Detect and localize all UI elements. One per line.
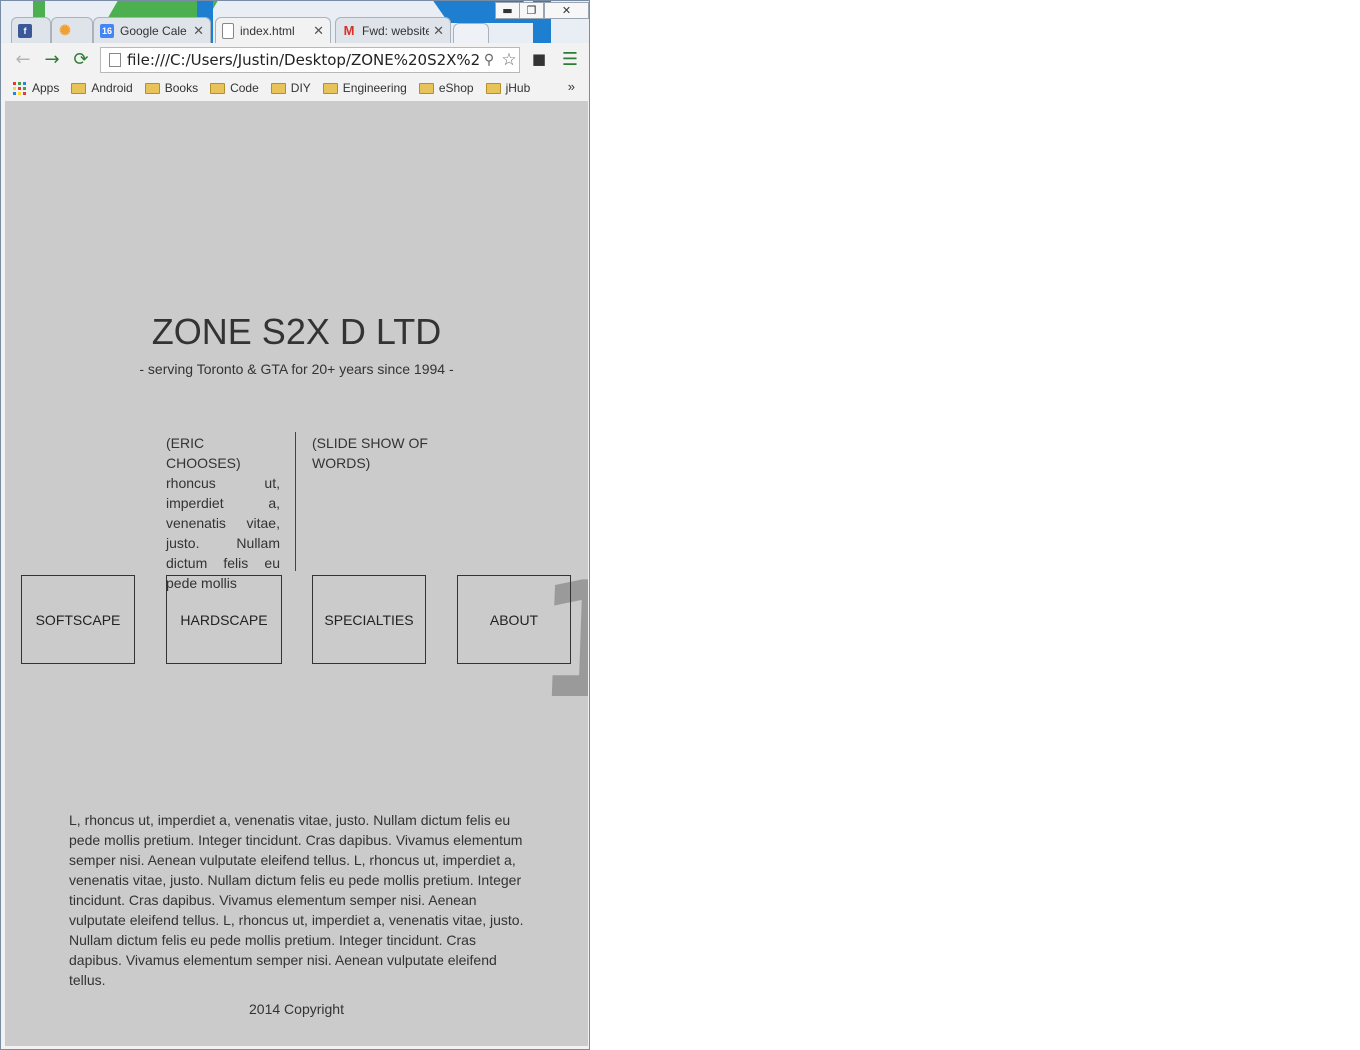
intro-text-column: (ERIC CHOOSES) rhoncus ut, imperdiet a, … <box>166 435 280 591</box>
bookmark-folder-eshop[interactable]: eShop <box>418 81 474 95</box>
star-icon[interactable]: ☆ <box>499 50 519 70</box>
bookmark-label: Apps <box>32 81 60 95</box>
bookmark-folder-diy[interactable]: DIY <box>270 81 311 95</box>
menu-button[interactable]: ☰ <box>559 48 581 70</box>
folder-icon <box>485 82 501 94</box>
apps-grid-icon <box>13 81 26 95</box>
restore-icon: ❐ <box>526 4 537 17</box>
nav-softscape-button[interactable]: SOFTSCAPE <box>21 575 135 664</box>
tab-pinned[interactable]: ✺ <box>51 17 93 43</box>
tab-facebook[interactable]: f <box>11 17 51 43</box>
folder-icon <box>144 82 160 94</box>
forward-arrow-icon: → <box>44 48 60 70</box>
bookmark-folder-jhub[interactable]: jHub <box>485 81 531 95</box>
bookmark-label: Books <box>164 81 199 95</box>
calendar-icon: 16 <box>100 23 114 38</box>
facebook-icon: f <box>18 23 32 38</box>
slideshow-placeholder: (SLIDE SHOW OF WORDS) <box>312 435 428 471</box>
tab-index-html[interactable]: index.html ✕ <box>215 17 331 43</box>
page-icon <box>222 22 234 39</box>
bookmark-label: eShop <box>438 81 474 95</box>
web-page: ZONE S2X D LTD - serving Toronto & GTA f… <box>5 101 588 1046</box>
tab-strip: f ✺ 16 Google Cale ✕ index.html ✕ M Fwd:… <box>1 17 589 43</box>
folder-icon <box>210 82 226 94</box>
url-text[interactable]: file:///C:/Users/Justin/Desktop/ZONE%20S… <box>127 51 479 69</box>
forward-button[interactable]: → <box>41 48 63 70</box>
folder-icon <box>322 82 338 94</box>
tab-label: Google Cale <box>120 23 187 38</box>
close-tab-icon[interactable]: ✕ <box>193 23 204 39</box>
gmail-icon: M <box>343 23 355 38</box>
close-tab-icon[interactable]: ✕ <box>433 23 444 39</box>
folder-icon <box>71 82 87 94</box>
bookmark-label: Code <box>230 81 259 95</box>
browser-window: ▬ ❐ ✕ f ✺ 16 Google Cale ✕ index.html ✕ <box>0 0 590 1050</box>
new-tab-button[interactable] <box>453 23 489 43</box>
nav-specialties-button[interactable]: SPECIALTIES <box>312 575 426 664</box>
reload-icon: ⟳ <box>73 48 89 70</box>
site-title: ZONE S2X D LTD <box>151 311 442 352</box>
folder-icon <box>418 82 434 94</box>
reload-button[interactable]: ⟳ <box>70 48 92 70</box>
bookmark-label: DIY <box>290 81 311 95</box>
address-bar[interactable]: file:///C:/Users/Justin/Desktop/ZONE%20S… <box>100 47 520 73</box>
tab-label: Fwd: website <box>362 23 430 38</box>
close-tab-icon[interactable]: ✕ <box>313 23 324 39</box>
column-divider <box>295 432 296 571</box>
browser-toolbar: ← → ⟳ file:///C:/Users/Justin/Desktop/ZO… <box>1 43 589 77</box>
tab-gmail[interactable]: M Fwd: website ✕ <box>335 17 451 43</box>
bookmark-label: Android <box>91 81 133 95</box>
site-tagline: - serving Toronto & GTA for 20+ years si… <box>139 361 454 377</box>
nav-about-button[interactable]: ABOUT <box>457 575 571 664</box>
minimize-icon: ▬ <box>502 4 513 17</box>
evernote-icon: ■ <box>531 50 547 68</box>
bookmark-folder-android[interactable]: Android <box>71 81 133 95</box>
tab-label: index.html <box>240 23 295 38</box>
back-button[interactable]: ← <box>12 48 34 70</box>
title-bar: ▬ ❐ ✕ f ✺ 16 Google Cale ✕ index.html ✕ <box>1 1 589 43</box>
page-icon <box>109 53 121 67</box>
extension-button[interactable]: ■ <box>528 48 550 70</box>
bookmark-folder-engineering[interactable]: Engineering <box>322 81 407 95</box>
tab-google-calendar[interactable]: 16 Google Cale ✕ <box>93 17 211 43</box>
bookmark-apps[interactable]: Apps <box>13 81 59 95</box>
nav-hardscape-button[interactable]: HARDSCAPE <box>166 575 282 664</box>
bookmarks-overflow-button[interactable]: » <box>568 79 575 94</box>
folder-icon <box>270 82 286 94</box>
back-arrow-icon: ← <box>15 48 31 70</box>
hamburger-menu-icon: ☰ <box>561 48 579 70</box>
bookmark-label: Engineering <box>342 81 407 95</box>
flower-icon: ✺ <box>59 22 71 38</box>
bookmark-folder-books[interactable]: Books <box>144 81 199 95</box>
zoom-icon[interactable]: ⚲ <box>479 52 499 68</box>
close-icon: ✕ <box>561 4 572 17</box>
bookmark-folder-code[interactable]: Code <box>210 81 259 95</box>
bookmarks-bar: Apps Android Books Code DIY Engineering … <box>1 77 589 99</box>
bookmark-label: jHub <box>505 81 531 95</box>
copyright-footer: 2014 Copyright <box>249 1001 344 1017</box>
body-paragraph: L, rhoncus ut, imperdiet a, venenatis vi… <box>69 812 524 988</box>
